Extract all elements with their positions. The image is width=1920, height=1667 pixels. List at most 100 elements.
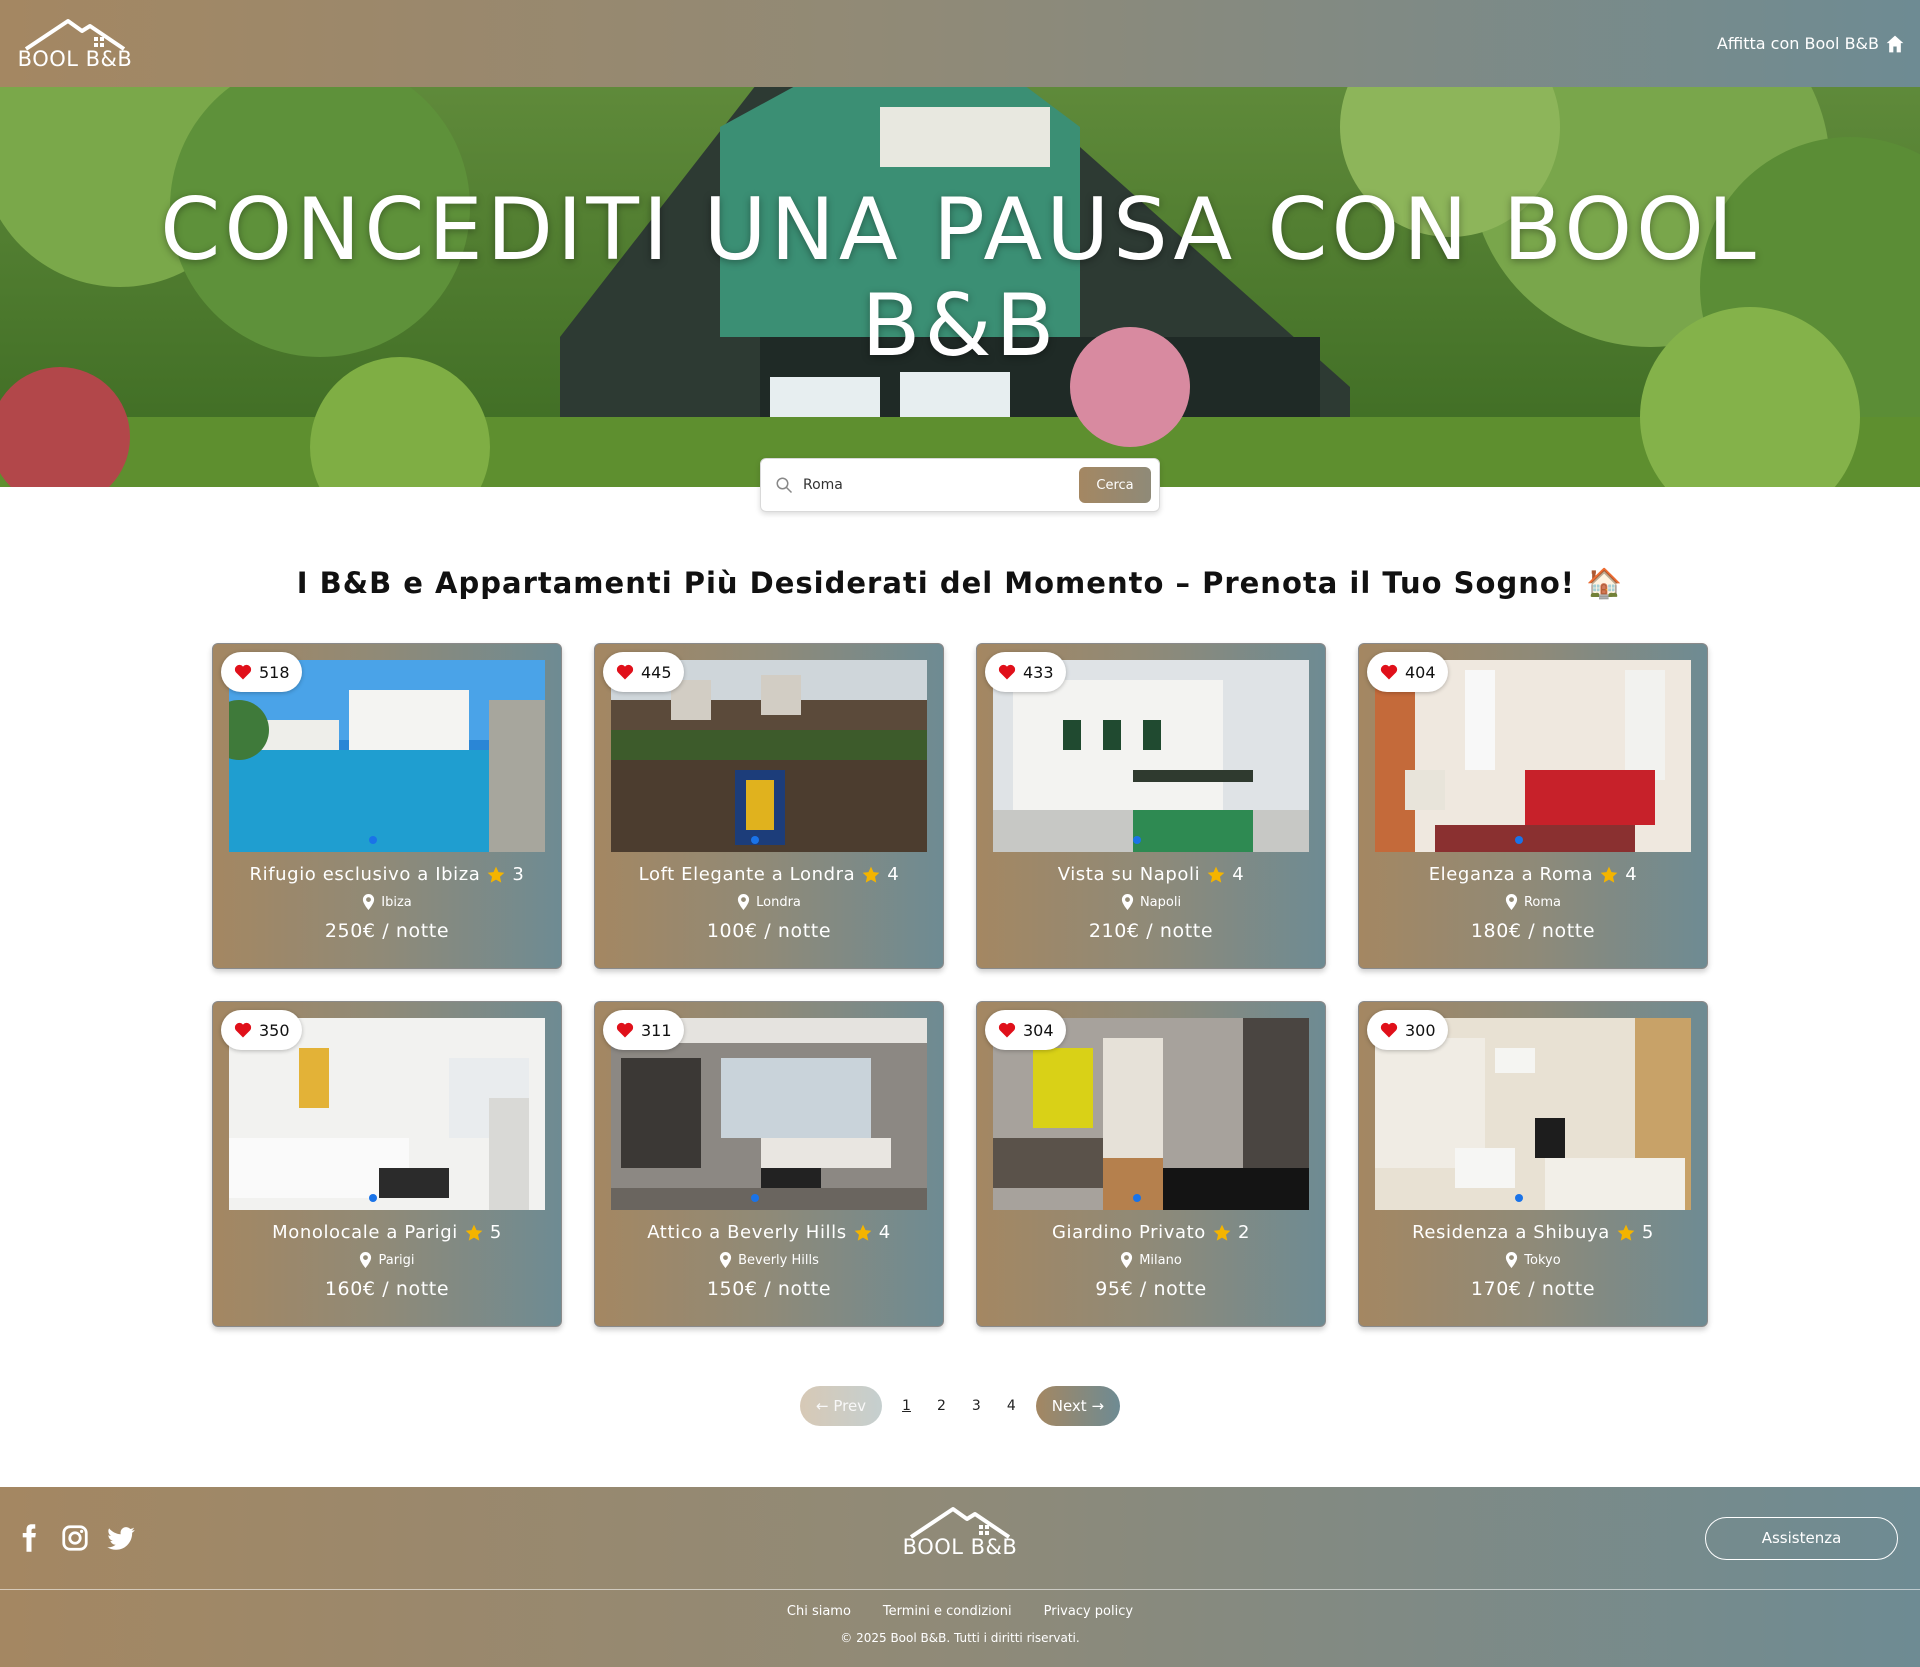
like-badge[interactable]: 404	[1367, 652, 1448, 692]
listing-title-row: Attico a Beverly Hills 4	[611, 1222, 927, 1243]
listing-card[interactable]: 433 Vista su Napoli 4 Napoli 210€ / nott…	[976, 643, 1326, 969]
listing-title: Monolocale a Parigi	[272, 1222, 458, 1243]
heart-icon	[234, 664, 252, 680]
listing-city: Roma	[1523, 894, 1562, 910]
like-badge[interactable]: 311	[603, 1010, 684, 1050]
star-icon	[465, 1224, 483, 1241]
page-link-2[interactable]: 2	[931, 1398, 952, 1414]
map-pin-icon	[1121, 1252, 1133, 1268]
listing-price: 160€ / notte	[324, 1278, 450, 1300]
mountain-house-logo-icon	[909, 1507, 1011, 1539]
copyright: © 2025 Bool B&B. Tutti i diritti riserva…	[840, 1631, 1080, 1645]
next-page-button[interactable]: Next →	[1035, 1386, 1121, 1426]
prev-page-button[interactable]: ← Prev	[799, 1386, 883, 1426]
listing-location: Milano	[993, 1252, 1309, 1268]
listing-rating: 3	[512, 864, 525, 885]
search-bar: Cerca	[760, 458, 1160, 512]
instagram-icon[interactable]	[60, 1523, 90, 1553]
twitter-icon[interactable]	[106, 1523, 136, 1553]
carousel-dot[interactable]	[1515, 836, 1523, 844]
carousel-dot[interactable]	[369, 836, 377, 844]
listing-card[interactable]: 350 Monolocale a Parigi 5 Parigi 160€ / …	[212, 1001, 562, 1327]
host-link[interactable]: Affitta con Bool B&B	[1717, 34, 1905, 54]
site-footer: BOOL B&B Assistenza Chi siamo Termini e …	[0, 1487, 1920, 1667]
search-button[interactable]: Cerca	[1079, 467, 1151, 503]
assistance-button[interactable]: Assistenza	[1705, 1516, 1898, 1560]
listing-title-row: Vista su Napoli 4	[993, 864, 1309, 885]
like-count: 350	[259, 1020, 290, 1040]
listing-city: Beverly Hills	[738, 1252, 819, 1268]
heart-icon	[1380, 1022, 1398, 1038]
like-badge[interactable]: 518	[221, 652, 302, 692]
heart-icon	[998, 664, 1016, 680]
footer-top: BOOL B&B Assistenza	[0, 1487, 1920, 1590]
listing-rating: 4	[887, 864, 900, 885]
social-links	[14, 1523, 136, 1553]
listing-price: 250€ / notte	[324, 920, 450, 942]
listing-card[interactable]: 311 Attico a Beverly Hills 4 Beverly Hil…	[594, 1001, 944, 1327]
footer-link-about[interactable]: Chi siamo	[787, 1604, 851, 1619]
listing-price: 210€ / notte	[1088, 920, 1214, 942]
heart-icon	[234, 1022, 252, 1038]
listing-city: Napoli	[1139, 894, 1182, 910]
site-header: BOOL B&B Affitta con Bool B&B	[0, 0, 1920, 87]
mountain-house-logo-icon	[24, 18, 126, 51]
site-logo[interactable]: BOOL B&B	[15, 17, 135, 71]
carousel-dot[interactable]	[369, 1194, 377, 1202]
like-badge[interactable]: 300	[1367, 1010, 1448, 1050]
carousel-dot[interactable]	[751, 1194, 759, 1202]
carousel-dot[interactable]	[751, 836, 759, 844]
map-pin-icon	[738, 894, 750, 910]
footer-logo[interactable]: BOOL B&B	[900, 1505, 1020, 1559]
pagination: ← Prev 1 2 3 4 Next →	[0, 1386, 1920, 1426]
star-icon	[862, 866, 880, 883]
star-icon	[1213, 1224, 1231, 1241]
star-icon	[1207, 866, 1225, 883]
listing-price: 95€ / notte	[1095, 1278, 1207, 1300]
page-link-4[interactable]: 4	[1001, 1398, 1022, 1414]
map-pin-icon	[1505, 894, 1518, 910]
listing-city: Ibiza	[381, 894, 412, 910]
like-badge[interactable]: 433	[985, 652, 1066, 692]
listing-card[interactable]: 304 Giardino Privato 2 Milano 95€ / nott…	[976, 1001, 1326, 1327]
listing-price: 170€ / notte	[1470, 1278, 1596, 1300]
listing-card[interactable]: 404 Eleganza a Roma 4 Roma 180€ / notte	[1358, 643, 1708, 969]
listing-card[interactable]: 300 Residenza a Shibuya 5 Tokyo 170€ / n…	[1358, 1001, 1708, 1327]
like-count: 300	[1405, 1020, 1436, 1040]
hero-title: CONCEDITI UNA PAUSA CON BOOL B&B	[160, 180, 1760, 376]
facebook-icon[interactable]	[14, 1523, 44, 1553]
carousel-dot[interactable]	[1133, 1194, 1141, 1202]
map-pin-icon	[1506, 1252, 1518, 1268]
hero-banner: CONCEDITI UNA PAUSA CON BOOL B&B	[0, 87, 1920, 487]
carousel-dot[interactable]	[1515, 1194, 1523, 1202]
listing-city: Tokyo	[1524, 1252, 1561, 1268]
footer-link-privacy[interactable]: Privacy policy	[1044, 1604, 1133, 1619]
listing-rating: 2	[1237, 1222, 1250, 1243]
listing-card[interactable]: 518 Rifugio esclusivo a Ibiza 3 Ibiza 25…	[212, 643, 562, 969]
listing-location: Ibiza	[229, 894, 545, 910]
page-link-3[interactable]: 3	[966, 1398, 987, 1414]
star-icon	[488, 866, 505, 883]
search-input[interactable]	[793, 477, 1079, 493]
listing-city: Milano	[1139, 1252, 1182, 1268]
star-icon	[854, 1224, 872, 1241]
home-icon	[1886, 35, 1904, 52]
footer-link-terms[interactable]: Termini e condizioni	[883, 1604, 1012, 1619]
map-pin-icon	[720, 1252, 732, 1268]
listing-card[interactable]: 445 Loft Elegante a Londra 4 Londra 100€…	[594, 643, 944, 969]
listing-title: Vista su Napoli	[1057, 864, 1201, 885]
listing-rating: 4	[1232, 864, 1245, 885]
listing-title-row: Rifugio esclusivo a Ibiza 3	[229, 864, 545, 885]
listings-grid: 518 Rifugio esclusivo a Ibiza 3 Ibiza 25…	[212, 643, 1710, 1327]
like-badge[interactable]: 304	[985, 1010, 1066, 1050]
like-badge[interactable]: 445	[603, 652, 684, 692]
listing-title-row: Loft Elegante a Londra 4	[611, 864, 927, 885]
heart-icon	[616, 664, 634, 680]
listing-title-row: Residenza a Shibuya 5	[1375, 1222, 1691, 1243]
like-badge[interactable]: 350	[221, 1010, 302, 1050]
carousel-dot[interactable]	[1133, 836, 1141, 844]
listing-title: Residenza a Shibuya	[1412, 1222, 1610, 1243]
listing-location: Napoli	[993, 894, 1309, 910]
like-count: 311	[641, 1020, 672, 1040]
page-link-1[interactable]: 1	[896, 1398, 917, 1414]
